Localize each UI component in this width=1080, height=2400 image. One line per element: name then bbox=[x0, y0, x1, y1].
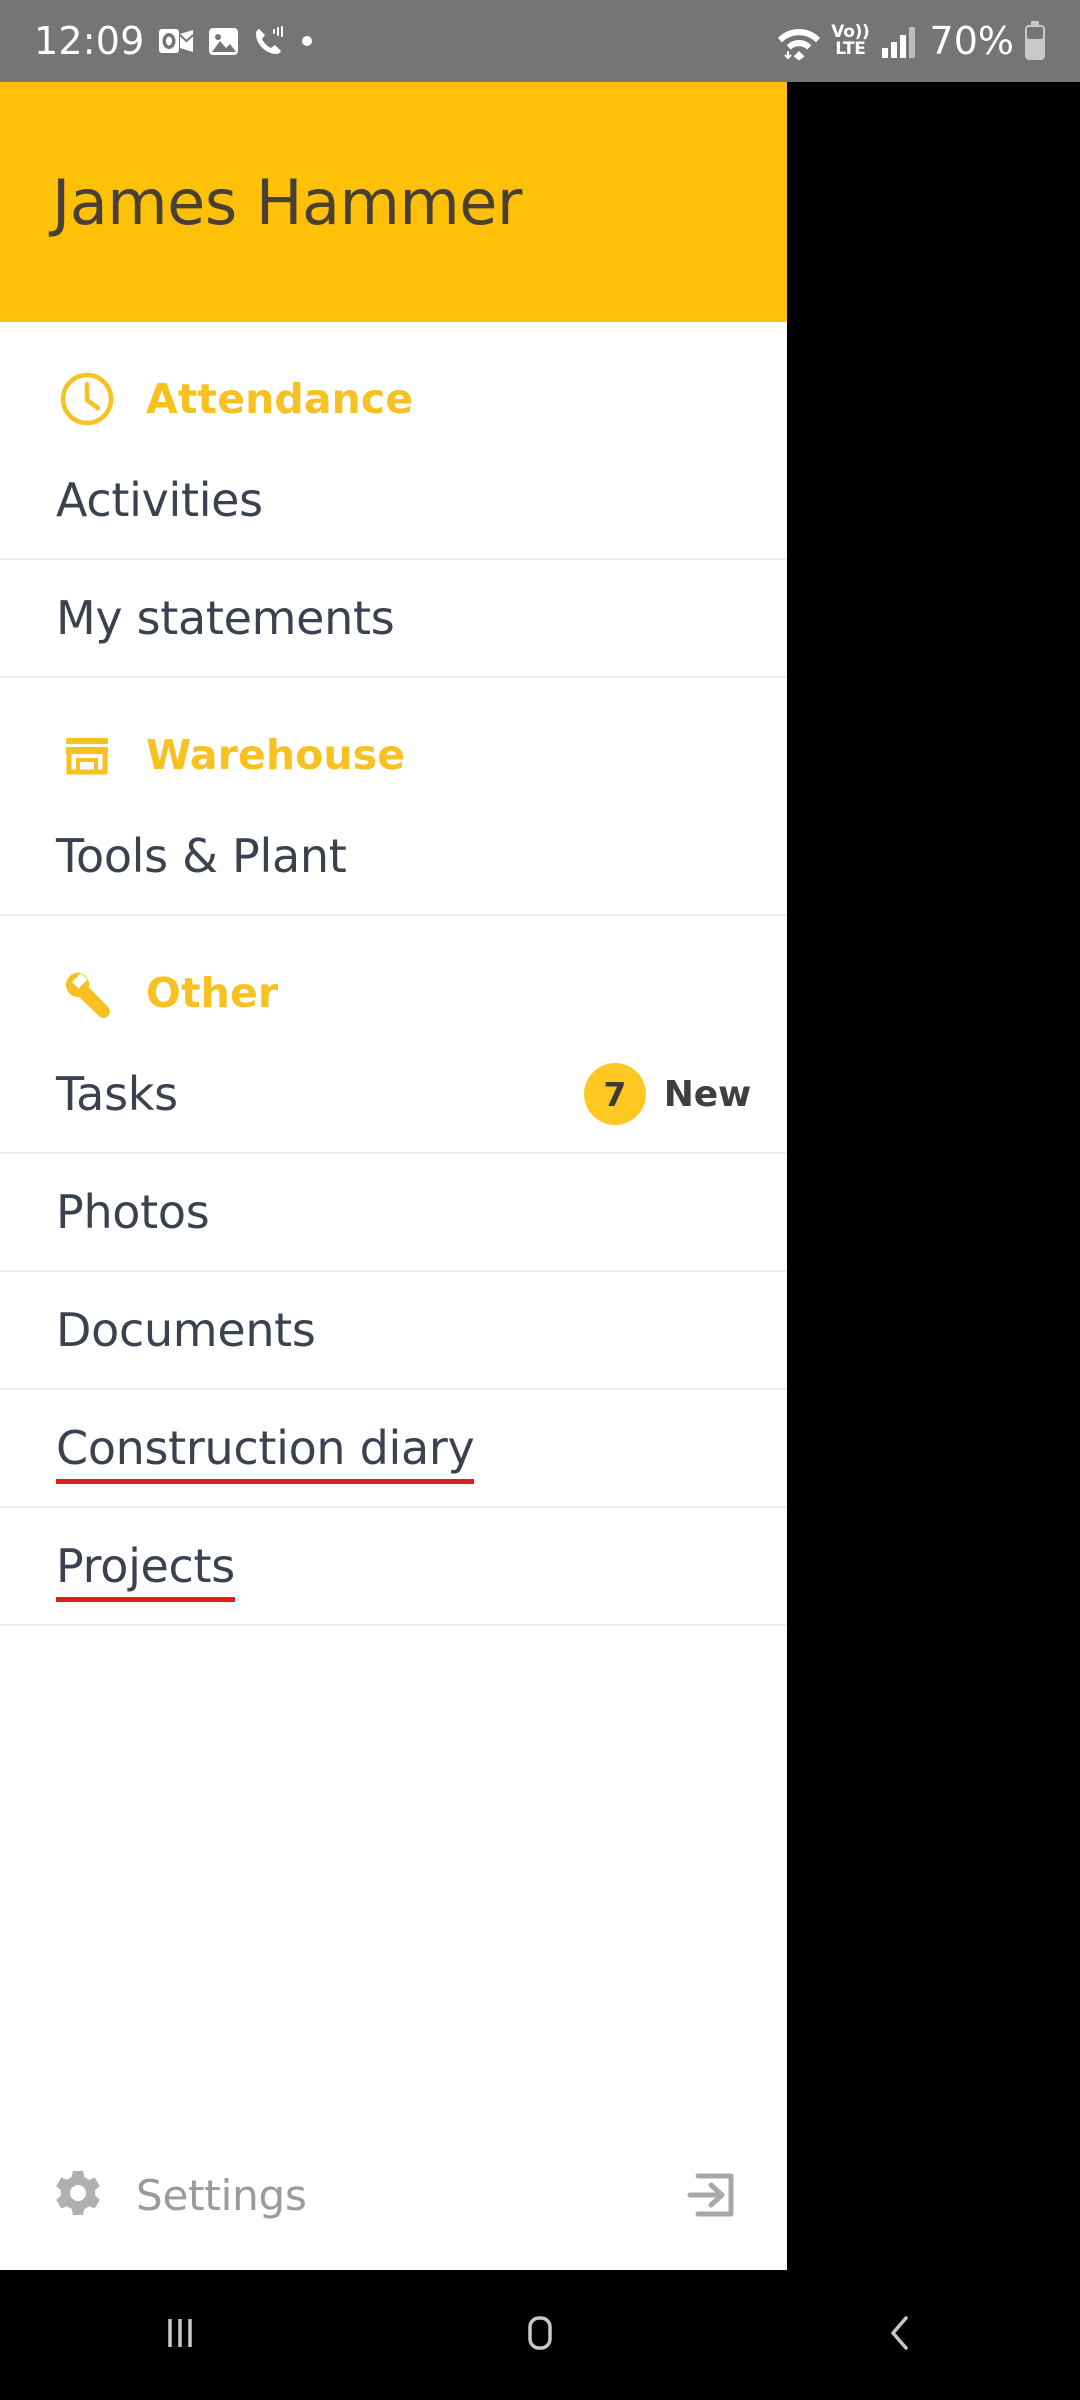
battery-percent-label: 70% bbox=[929, 19, 1014, 63]
menu-item-photos[interactable]: Photos bbox=[0, 1154, 787, 1272]
volte-icon: Vo)) LTE bbox=[831, 22, 870, 59]
section-header-warehouse: Warehouse bbox=[0, 678, 787, 798]
section-attendance: Attendance Activities My statements bbox=[0, 322, 787, 678]
menu-item-label: Documents bbox=[56, 1303, 316, 1357]
settings-button[interactable]: Settings bbox=[50, 2167, 307, 2223]
outlook-icon bbox=[158, 23, 194, 59]
system-navigation-bar bbox=[0, 2270, 1080, 2400]
menu-item-construction-diary[interactable]: Construction diary bbox=[0, 1390, 787, 1508]
drawer-scrim-overlay[interactable] bbox=[787, 82, 1080, 2270]
status-bar-left: 12:09 bbox=[34, 22, 314, 60]
menu-item-projects[interactable]: Projects bbox=[0, 1508, 787, 1626]
user-name-label: James Hammer bbox=[52, 165, 522, 239]
photos-icon bbox=[207, 25, 240, 58]
section-warehouse: Warehouse Tools & Plant bbox=[0, 678, 787, 916]
dot-icon bbox=[300, 34, 314, 48]
menu-item-label: My statements bbox=[56, 591, 395, 645]
section-header-other: Other bbox=[0, 916, 787, 1036]
menu-item-badge-group: 7 New bbox=[583, 1063, 751, 1125]
menu-item-my-statements[interactable]: My statements bbox=[0, 560, 787, 678]
menu-item-tasks[interactable]: Tasks 7 New bbox=[0, 1036, 787, 1154]
gear-icon bbox=[50, 2167, 106, 2223]
home-button[interactable] bbox=[440, 2270, 640, 2400]
logout-arrow-icon bbox=[681, 2164, 743, 2226]
section-label-warehouse: Warehouse bbox=[146, 731, 406, 779]
menu-item-label: Projects bbox=[56, 1539, 235, 1602]
settings-label: Settings bbox=[136, 2170, 307, 2220]
status-bar-clock: 12:09 bbox=[34, 19, 145, 63]
logout-button[interactable] bbox=[681, 2164, 743, 2226]
phone-screen: 12:09 Vo)) LTE 70% James Hammer Attendan… bbox=[0, 0, 1080, 2400]
menu-item-label: Tasks bbox=[56, 1067, 178, 1121]
drawer-header: James Hammer bbox=[0, 82, 787, 322]
drawer-footer: Settings bbox=[0, 2120, 787, 2270]
signal-bars-icon bbox=[880, 22, 918, 60]
menu-item-label: Activities bbox=[56, 473, 263, 527]
menu-item-label: Photos bbox=[56, 1185, 210, 1239]
phone-call-icon bbox=[253, 24, 287, 58]
home-square-icon bbox=[513, 2306, 567, 2364]
wrench-icon bbox=[58, 964, 116, 1022]
recents-button[interactable] bbox=[80, 2270, 280, 2400]
drawer-menu-body: Attendance Activities My statements Ware… bbox=[0, 322, 787, 2120]
menu-item-label: Tools & Plant bbox=[56, 829, 347, 883]
menu-item-activities[interactable]: Activities bbox=[0, 442, 787, 560]
recents-bars-icon bbox=[153, 2306, 207, 2364]
menu-item-documents[interactable]: Documents bbox=[0, 1272, 787, 1390]
navigation-drawer: James Hammer Attendance Activities My st… bbox=[0, 82, 787, 2270]
wifi-icon bbox=[777, 21, 821, 61]
section-other: Other Tasks 7 New Photos Documents Const… bbox=[0, 916, 787, 1626]
section-label-attendance: Attendance bbox=[146, 375, 414, 423]
battery-icon bbox=[1024, 21, 1046, 61]
status-bar: 12:09 Vo)) LTE 70% bbox=[0, 0, 1080, 82]
status-bar-right: Vo)) LTE 70% bbox=[777, 21, 1046, 61]
storefront-icon bbox=[58, 726, 116, 784]
back-chevron-icon bbox=[873, 2306, 927, 2364]
section-label-other: Other bbox=[146, 969, 279, 1017]
clock-icon bbox=[58, 370, 116, 428]
menu-item-label: Construction diary bbox=[56, 1421, 475, 1484]
back-button[interactable] bbox=[800, 2270, 1000, 2400]
section-header-attendance: Attendance bbox=[0, 322, 787, 442]
tasks-count-badge: 7 bbox=[583, 1063, 646, 1125]
menu-item-tools-and-plant[interactable]: Tools & Plant bbox=[0, 798, 787, 916]
tasks-new-label: New bbox=[663, 1073, 751, 1115]
